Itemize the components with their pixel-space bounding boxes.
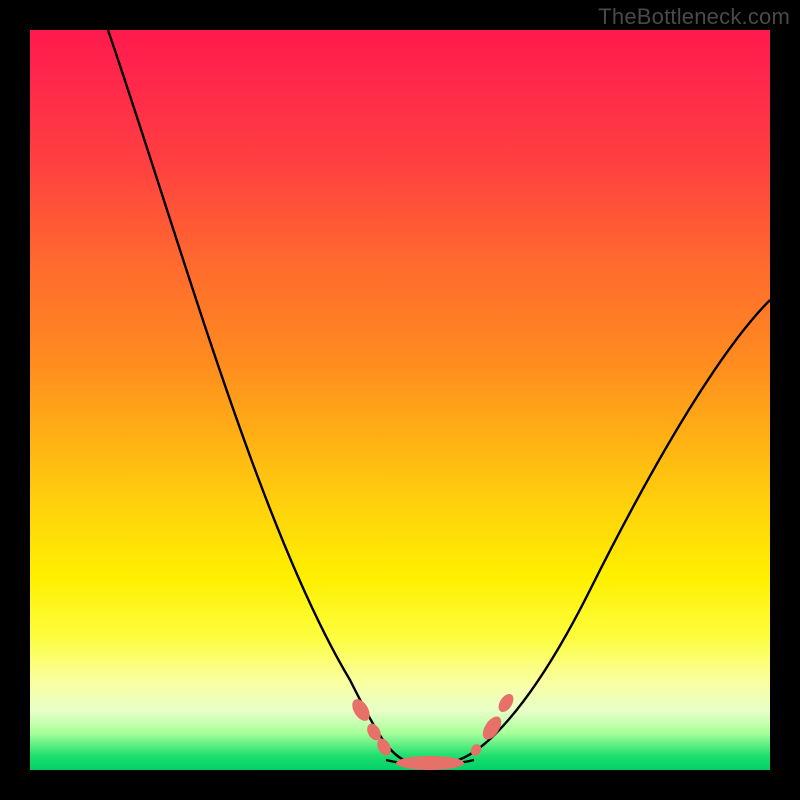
curve-left — [108, 30, 410, 762]
chart-plot-area — [30, 30, 770, 770]
chart-svg — [30, 30, 770, 770]
marker-4 — [469, 742, 484, 757]
watermark-text: TheBottleneck.com — [598, 4, 790, 30]
chart-frame: TheBottleneck.com — [0, 0, 800, 800]
curve-right — [450, 300, 770, 762]
marker-6 — [496, 691, 517, 714]
marker-group — [349, 691, 517, 770]
marker-3 — [396, 756, 464, 770]
